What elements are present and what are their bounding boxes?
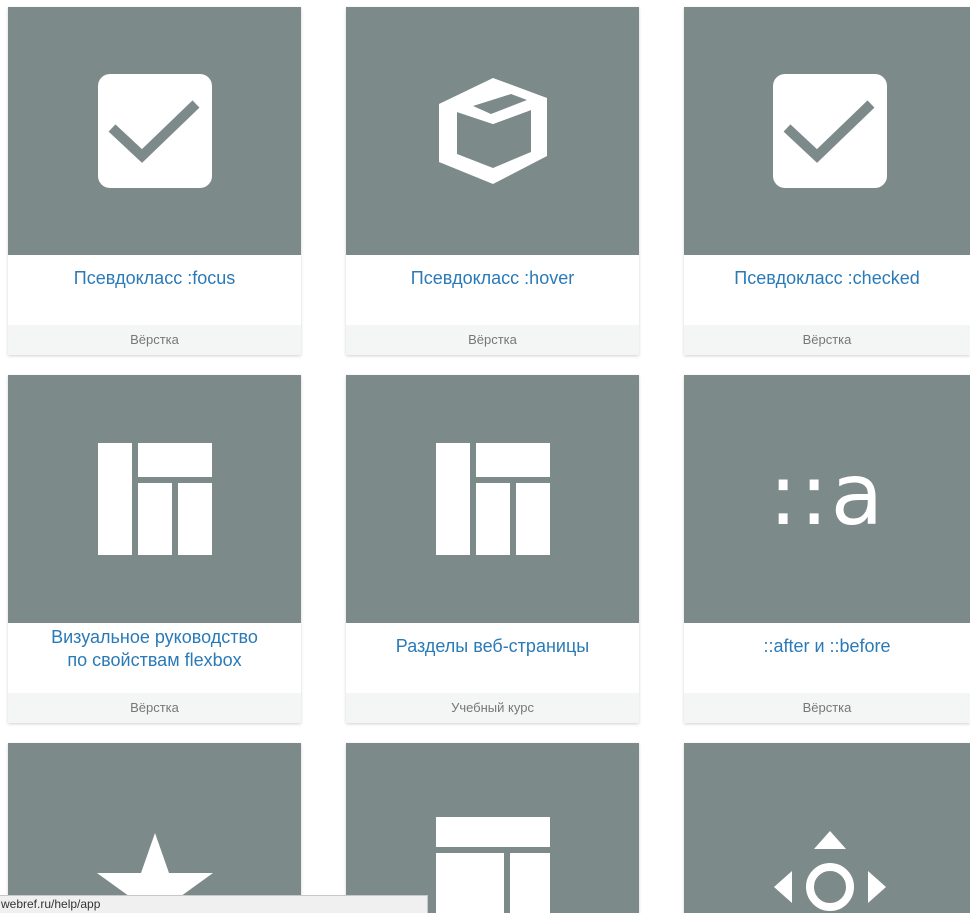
card-title-link[interactable]: Разделы веб-страницы: [346, 623, 639, 693]
article-card[interactable]: Разделы веб-страницы Учебный курс: [346, 375, 639, 723]
box-3d-icon: [438, 78, 547, 184]
article-card[interactable]: Визуальное руководство по свойствам flex…: [8, 375, 301, 723]
card-category: Вёрстка: [8, 693, 301, 723]
card-category: Вёрстка: [684, 693, 970, 723]
move-arrows-icon: [774, 831, 886, 911]
card-thumbnail[interactable]: [346, 375, 639, 623]
card-title-link[interactable]: Псевдокласс :checked: [684, 255, 970, 325]
card-thumbnail[interactable]: [346, 7, 639, 255]
article-card[interactable]: ::a ::after и ::before Вёрстка: [684, 375, 970, 723]
checkbox-icon: [773, 74, 887, 188]
browser-status-bar: webref.ru/help/app: [0, 895, 428, 913]
status-url: webref.ru/help/app: [1, 897, 101, 911]
article-card[interactable]: [8, 743, 301, 913]
card-title-link[interactable]: ::after и ::before: [684, 623, 970, 693]
page-sections-icon: [435, 817, 550, 913]
pseudo-element-icon: ::a: [768, 445, 886, 545]
card-title-link[interactable]: Псевдокласс :focus: [8, 255, 301, 325]
card-title-line: по свойствам flexbox: [67, 650, 242, 670]
article-card[interactable]: [346, 743, 639, 913]
article-card[interactable]: Псевдокласс :focus Вёрстка: [8, 7, 301, 355]
card-category: Учебный курс: [346, 693, 639, 723]
card-thumbnail[interactable]: [8, 7, 301, 255]
article-card[interactable]: [684, 743, 970, 913]
flex-layout-icon: [97, 443, 212, 555]
card-thumbnail[interactable]: ::a: [684, 375, 970, 623]
card-thumbnail[interactable]: [684, 7, 970, 255]
page-layout-icon: [435, 443, 550, 555]
page: Псевдокласс :focus Вёрстка Псевдокласс :…: [0, 0, 970, 913]
card-title-line: Визуальное руководство: [51, 627, 258, 647]
card-thumbnail[interactable]: [346, 743, 639, 913]
card-title-link[interactable]: Визуальное руководство по свойствам flex…: [8, 623, 301, 693]
card-thumbnail[interactable]: [8, 743, 301, 913]
article-card[interactable]: Псевдокласс :hover Вёрстка: [346, 7, 639, 355]
card-category: Вёрстка: [8, 325, 301, 355]
card-category: Вёрстка: [346, 325, 639, 355]
article-card[interactable]: Псевдокласс :checked Вёрстка: [684, 7, 970, 355]
card-category: Вёрстка: [684, 325, 970, 355]
card-title-link[interactable]: Псевдокласс :hover: [346, 255, 639, 325]
card-thumbnail[interactable]: [684, 743, 970, 913]
card-thumbnail[interactable]: [8, 375, 301, 623]
checkbox-icon: [97, 74, 212, 188]
